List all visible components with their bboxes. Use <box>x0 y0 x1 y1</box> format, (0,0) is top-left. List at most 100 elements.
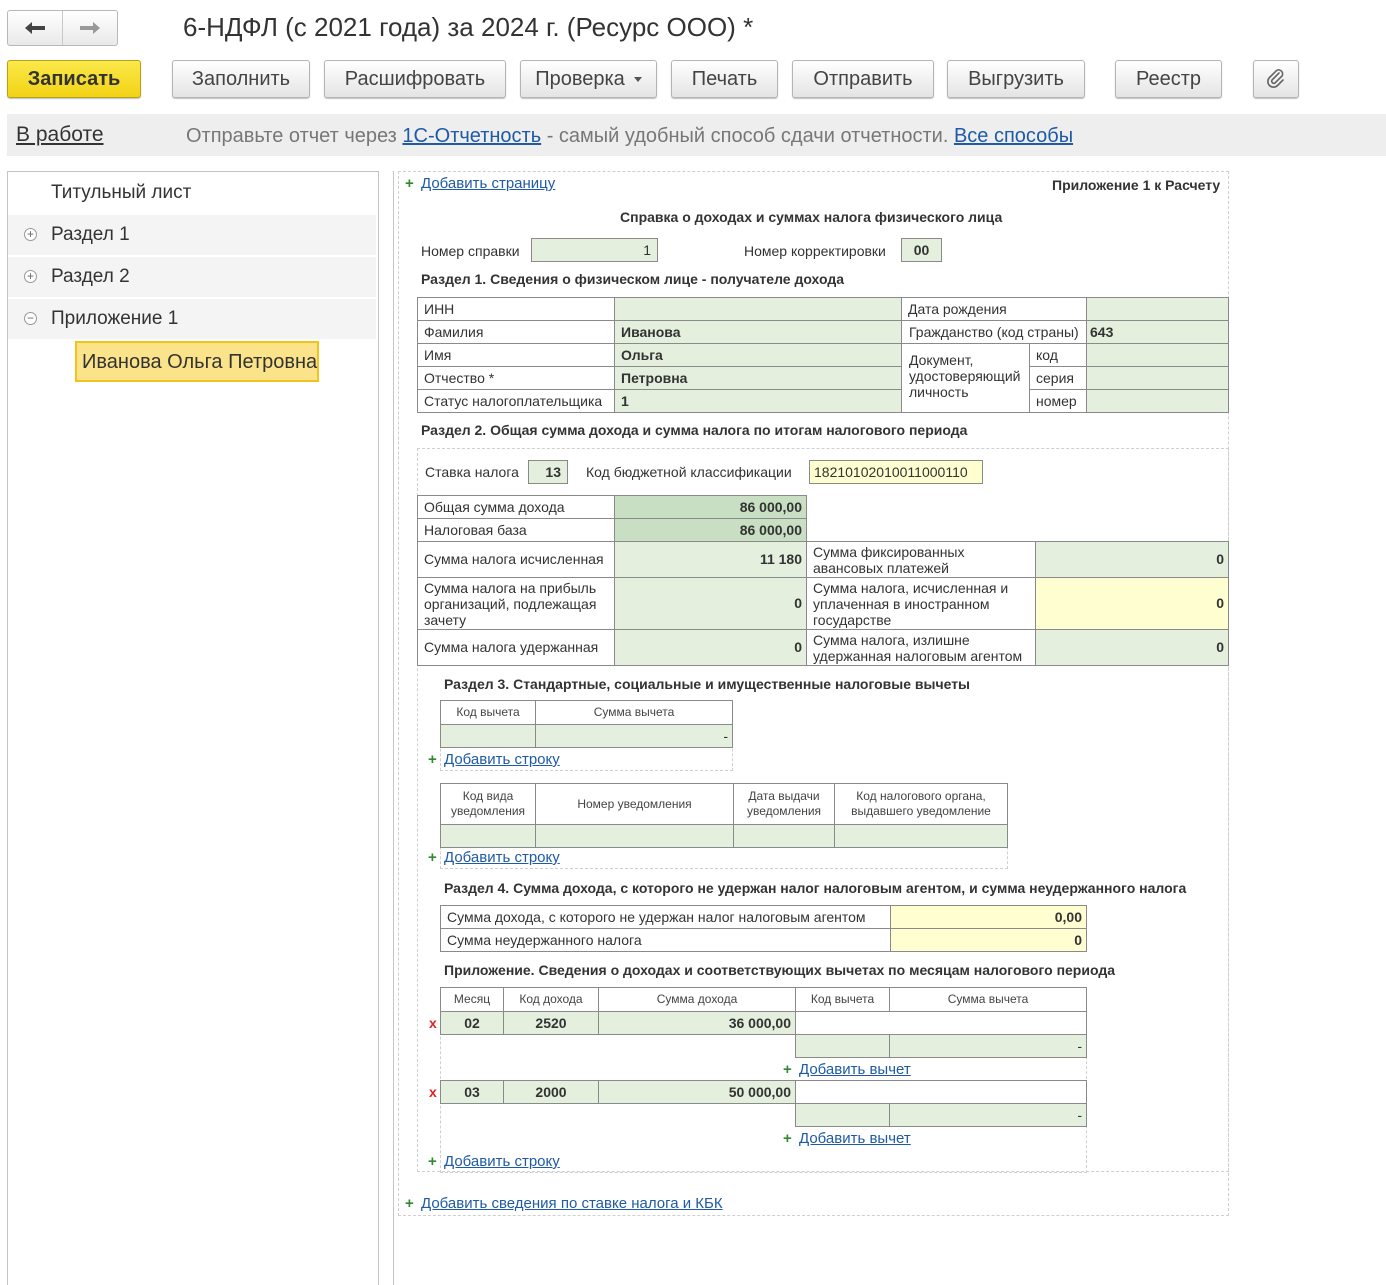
navigation-buttons <box>7 10 118 46</box>
section2-title: Раздел 2. Общая сумма дохода и сумма нал… <box>421 422 968 438</box>
add-icon: + <box>428 1153 437 1170</box>
birth-field[interactable] <box>1086 297 1229 321</box>
income-code-cell[interactable]: 2000 <box>503 1080 599 1104</box>
birth-label: Дата рождения <box>901 297 1087 321</box>
info-text-before: Отправьте отчет через <box>186 125 403 147</box>
fixed-advance-field[interactable]: 0 <box>1035 541 1229 578</box>
add-icon: + <box>405 1195 414 1212</box>
add-appendix-row-link[interactable]: Добавить строку <box>444 1153 560 1170</box>
decode-button[interactable]: Расшифровать <box>324 60 506 98</box>
check-button-label: Проверка <box>535 67 625 90</box>
expand-icon[interactable]: + <box>24 270 37 283</box>
add-page-link[interactable]: Добавить страницу <box>421 175 555 192</box>
add-rate-kbk-link[interactable]: Добавить сведения по ставке налога и КБК <box>421 1195 723 1212</box>
deduction-code-cell[interactable] <box>795 1103 890 1127</box>
arrow-left-icon <box>25 22 45 34</box>
col-month: Месяц <box>440 987 504 1012</box>
add-deduction-link[interactable]: Добавить вычет <box>799 1061 911 1078</box>
notif-number-cell[interactable] <box>535 824 734 848</box>
total-income-field[interactable]: 86 000,00 <box>614 495 807 519</box>
add-deduction-row-link[interactable]: Добавить строку <box>444 751 560 768</box>
tree-item-label: Раздел 2 <box>51 266 130 287</box>
unwithheld-income-field[interactable]: 0,00 <box>890 905 1087 929</box>
attach-button[interactable] <box>1253 60 1299 98</box>
tree-item-appendix-1[interactable]: − Приложение 1 <box>8 299 376 339</box>
add-notification-row-link[interactable]: Добавить строку <box>444 849 560 866</box>
add-deduction-link[interactable]: Добавить вычет <box>799 1130 911 1147</box>
lastname-label: Фамилия <box>417 320 615 344</box>
tree-item-label: Титульный лист <box>51 182 192 203</box>
unwithheld-tax-field[interactable]: 0 <box>890 928 1087 952</box>
citizenship-field[interactable]: 643 <box>1086 320 1229 344</box>
deduction-code-cell[interactable] <box>440 724 536 748</box>
doc-code-field[interactable] <box>1086 343 1229 367</box>
foreign-tax-field[interactable]: 0 <box>1035 577 1229 630</box>
withheld-field[interactable]: 0 <box>614 629 807 666</box>
income-sum-cell[interactable]: 36 000,00 <box>598 1011 796 1035</box>
print-button[interactable]: Печать <box>671 60 778 98</box>
save-button[interactable]: Записать <box>7 60 141 98</box>
notif-type-cell[interactable] <box>440 824 536 848</box>
appendix-label: Приложение 1 к Расчету <box>1052 177 1221 193</box>
back-button[interactable] <box>8 11 62 45</box>
tax-calc-field[interactable]: 11 180 <box>614 541 807 578</box>
export-button[interactable]: Выгрузить <box>947 60 1085 98</box>
tax-calc-label: Сумма налога исчисленная <box>417 541 615 578</box>
delete-row-icon[interactable]: x <box>429 1015 437 1031</box>
tax-base-field[interactable]: 86 000,00 <box>614 518 807 542</box>
total-income-label: Общая сумма дохода <box>417 495 615 519</box>
tree-item-section-1[interactable]: + Раздел 1 <box>8 215 376 255</box>
form-area: + Добавить страницу Приложение 1 к Расче… <box>393 171 1386 1285</box>
deduction-sum-cell[interactable]: - <box>535 724 733 748</box>
doc-series-field[interactable] <box>1086 366 1229 390</box>
tree-item-title-page[interactable]: Титульный лист <box>8 173 376 213</box>
status-link[interactable]: В работе <box>16 123 104 147</box>
check-button[interactable]: Проверка <box>520 60 657 98</box>
tree-item-section-2[interactable]: + Раздел 2 <box>8 257 376 297</box>
col-notif-number: Номер уведомления <box>535 783 734 825</box>
citizenship-label: Гражданство (код страны) <box>901 320 1087 344</box>
status-label: Статус налогоплательщика <box>417 389 615 413</box>
kbk-field[interactable]: 18210102010011000110 <box>809 460 983 484</box>
income-code-cell[interactable]: 2520 <box>503 1011 599 1035</box>
form-title: Справка о доходах и суммах налога физиче… <box>620 209 1003 225</box>
firstname-field[interactable]: Ольга <box>614 343 902 367</box>
doc-number-field[interactable] <box>1086 389 1229 413</box>
col-deduction-code: Код вычета <box>795 987 890 1012</box>
rate-field[interactable]: 13 <box>528 460 568 484</box>
col-deduction-code: Код вычета <box>440 700 536 725</box>
excess-field[interactable]: 0 <box>1035 629 1229 666</box>
correction-field[interactable]: 00 <box>901 238 942 262</box>
all-methods-link[interactable]: Все способы <box>954 125 1073 147</box>
reporting-link[interactable]: 1С-Отчетность <box>402 125 541 147</box>
deduction-sum-cell[interactable]: - <box>889 1034 1087 1058</box>
deduction-code-cell[interactable] <box>795 1034 890 1058</box>
notif-date-cell[interactable] <box>733 824 835 848</box>
cert-number-field[interactable]: 1 <box>531 238 658 262</box>
collapse-icon[interactable]: − <box>24 312 37 325</box>
lastname-field[interactable]: Иванова <box>614 320 902 344</box>
inn-field[interactable] <box>614 297 902 321</box>
foreign-tax-label: Сумма налога, исчисленная и уплаченная в… <box>806 577 1036 630</box>
income-sum-cell[interactable]: 50 000,00 <box>598 1080 796 1104</box>
rate-label: Ставка налога <box>425 464 519 480</box>
send-button[interactable]: Отправить <box>792 60 934 98</box>
patronymic-field[interactable]: Петровна <box>614 366 902 390</box>
expand-icon[interactable]: + <box>24 228 37 241</box>
month-cell[interactable]: 02 <box>440 1011 504 1035</box>
section3-title: Раздел 3. Стандартные, социальные и имущ… <box>444 676 971 692</box>
cert-number-label: Номер справки <box>421 243 520 259</box>
info-message: Отправьте отчет через 1С-Отчетность - са… <box>186 125 1073 148</box>
col-deduction-sum: Сумма вычета <box>889 987 1087 1012</box>
tree-item-employee-selected[interactable]: Иванова Ольга Петровна <box>75 341 319 382</box>
profit-tax-field[interactable]: 0 <box>614 577 807 630</box>
deduction-sum-cell[interactable]: - <box>889 1103 1087 1127</box>
fill-button[interactable]: Заполнить <box>172 60 310 98</box>
forward-button[interactable] <box>62 11 117 45</box>
status-field[interactable]: 1 <box>614 389 902 413</box>
registry-button[interactable]: Реестр <box>1115 60 1222 98</box>
notif-authority-cell[interactable] <box>834 824 1008 848</box>
delete-row-icon[interactable]: x <box>429 1084 437 1100</box>
month-cell[interactable]: 03 <box>440 1080 504 1104</box>
paperclip-icon <box>1267 69 1284 88</box>
